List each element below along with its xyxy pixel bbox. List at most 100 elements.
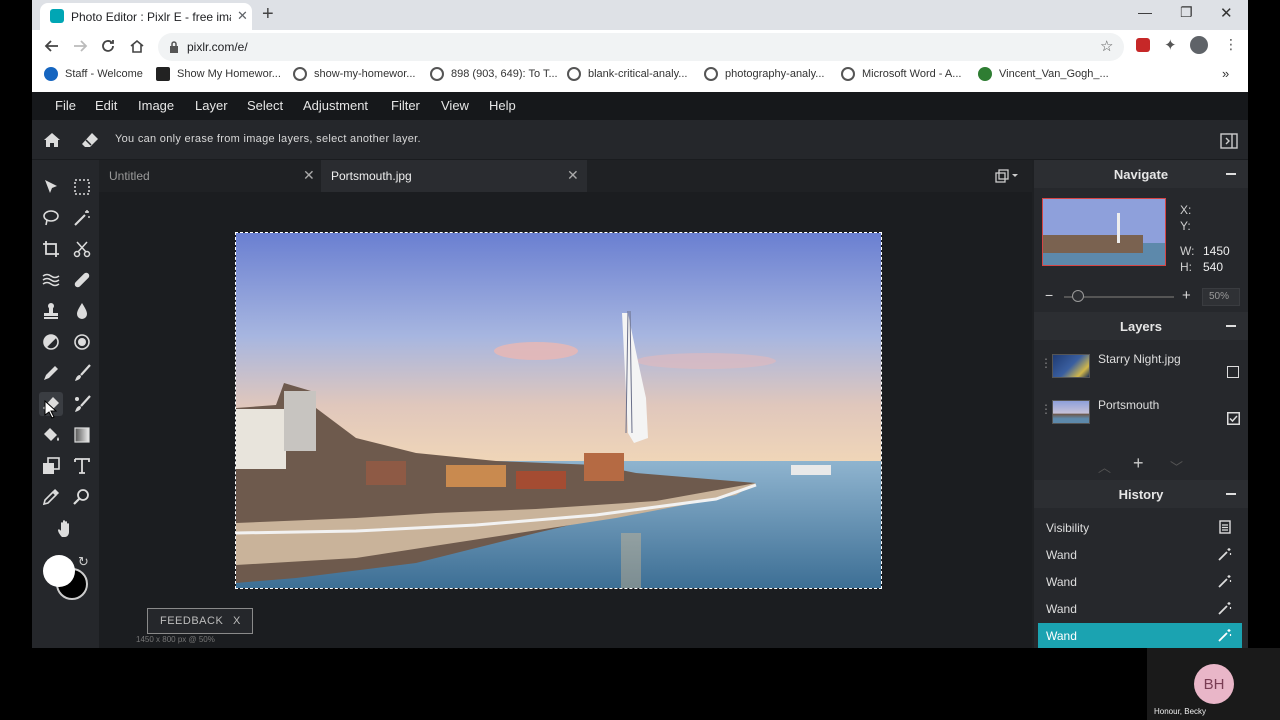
menu-select[interactable]: Select [247, 98, 283, 113]
bookmark-item[interactable]: show-my-homewor... [314, 68, 415, 80]
address-bar[interactable]: pixlr.com/e/ ☆ [158, 33, 1124, 61]
menu-view[interactable]: View [441, 98, 469, 113]
drag-handle-icon[interactable]: ⋮ [1040, 402, 1052, 416]
navigator-thumbnail[interactable] [1042, 198, 1166, 266]
menu-layer[interactable]: Layer [195, 98, 228, 113]
zoom-level-field[interactable]: 50% [1202, 288, 1240, 306]
layer-row[interactable]: ⋮ Starry Night.jpg [1038, 346, 1244, 390]
document-area: Untitled ✕ Portsmouth.jpg ✕ FEEDBACK X 1… [99, 160, 1032, 648]
collapse-layers-icon[interactable] [1226, 325, 1236, 327]
extensions-puzzle-icon[interactable]: ✦ [1164, 36, 1177, 54]
menu-image[interactable]: Image [138, 98, 174, 113]
liquify-tool[interactable] [39, 268, 63, 292]
bookmarks-bar: Staff - Welcome Show My Homewor... show-… [32, 62, 1248, 88]
close-doc-icon[interactable]: ✕ [303, 167, 315, 184]
window-arrange-icon[interactable] [995, 169, 1019, 183]
eyedropper-tool[interactable] [39, 485, 63, 509]
history-item[interactable]: Wand [1038, 596, 1242, 622]
menu-filter[interactable]: Filter [391, 98, 420, 113]
crop-tool[interactable] [39, 237, 63, 261]
collapse-history-icon[interactable] [1226, 493, 1236, 495]
tool-options-bar: You can only erase from image layers, se… [32, 120, 1248, 160]
bookmark-item[interactable]: Show My Homewor... [177, 68, 281, 80]
sponge-tool[interactable] [70, 330, 94, 354]
history-item[interactable]: Visibility [1038, 515, 1242, 541]
heal-tool[interactable] [70, 268, 94, 292]
history-item-active[interactable]: Wand [1038, 623, 1242, 648]
layer-visibility-checkbox-checked[interactable] [1227, 412, 1240, 425]
home-icon[interactable] [129, 38, 145, 54]
layers-panel-header: Layers [1034, 312, 1248, 340]
blur-tool[interactable] [70, 299, 94, 323]
zoom-tool[interactable] [70, 485, 94, 509]
tool-hint-text: You can only erase from image layers, se… [115, 133, 421, 145]
lock-icon[interactable] [169, 41, 179, 53]
menu-edit[interactable]: Edit [95, 98, 117, 113]
bookmark-item[interactable]: Vincent_Van_Gogh_... [999, 68, 1109, 80]
zoom-out-icon[interactable]: − [1045, 287, 1053, 303]
drag-handle-icon[interactable]: ⋮ [1040, 356, 1052, 370]
bookmark-item[interactable]: Microsoft Word - A... [862, 68, 961, 80]
doc-tab-portsmouth[interactable]: Portsmouth.jpg ✕ [321, 160, 587, 192]
zoom-in-icon[interactable]: + [1182, 287, 1191, 304]
menu-adjustment[interactable]: Adjustment [303, 98, 368, 113]
bookmark-item[interactable]: Staff - Welcome [65, 68, 143, 80]
history-item[interactable]: Wand [1038, 569, 1242, 595]
browser-menu-icon[interactable]: ⋮ [1224, 36, 1238, 53]
image-canvas[interactable] [235, 232, 882, 589]
layer-row[interactable]: ⋮ Portsmouth [1038, 392, 1244, 436]
restore-icon[interactable]: ❐ [1180, 4, 1193, 21]
close-tab-icon[interactable]: ✕ [237, 8, 248, 24]
arrange-tool[interactable] [39, 175, 63, 199]
feedback-close-icon[interactable]: X [233, 615, 241, 627]
portsmouth-photo [236, 233, 881, 588]
hand-tool[interactable] [54, 517, 78, 541]
shape-tool[interactable] [39, 454, 63, 478]
text-tool[interactable] [70, 454, 94, 478]
feedback-button[interactable]: FEEDBACK X [147, 608, 253, 634]
new-tab-icon[interactable]: + [262, 3, 274, 26]
extension-shield-icon[interactable] [1136, 38, 1150, 52]
minimize-icon[interactable]: — [1138, 4, 1152, 20]
brush-tool[interactable] [70, 361, 94, 385]
gradient-tool[interactable] [70, 423, 94, 447]
bookmark-item[interactable]: photography-analy... [725, 68, 824, 80]
menu-file[interactable]: File [55, 98, 76, 113]
layer-visibility-checkbox[interactable] [1227, 366, 1239, 378]
add-layer-icon[interactable]: + [1133, 453, 1144, 474]
bookmark-item[interactable]: blank-critical-analy... [588, 68, 687, 80]
magic-wand-tool[interactable] [70, 206, 94, 230]
lasso-tool[interactable] [39, 206, 63, 230]
primary-color-swatch[interactable] [43, 555, 75, 587]
forward-icon[interactable] [72, 38, 88, 54]
reload-icon[interactable] [100, 38, 116, 54]
dodge-burn-tool[interactable] [39, 330, 63, 354]
swap-colors-icon[interactable]: ↻ [78, 554, 89, 570]
menu-help[interactable]: Help [489, 98, 516, 113]
replace-color-tool[interactable] [70, 392, 94, 416]
move-layer-up-icon[interactable]: ︿ [1098, 457, 1111, 476]
collapse-navigate-icon[interactable] [1226, 173, 1236, 175]
eraser-icon [82, 133, 98, 147]
back-icon[interactable] [44, 38, 60, 54]
zoom-slider-handle[interactable] [1072, 290, 1085, 302]
doc-tab-untitled[interactable]: Untitled ✕ [99, 160, 321, 192]
move-layer-down-icon[interactable]: ﹀ [1170, 457, 1183, 476]
profile-icon[interactable] [1190, 36, 1208, 54]
marquee-tool[interactable] [70, 175, 94, 199]
toolbox: ↻ [32, 160, 99, 648]
clone-stamp-tool[interactable] [39, 299, 63, 323]
home-icon[interactable] [43, 132, 61, 148]
navigate-title: Navigate [1113, 167, 1169, 182]
panel-toggle-icon[interactable] [1220, 133, 1238, 149]
bookmark-star-icon[interactable]: ☆ [1100, 37, 1113, 55]
pencil-tool[interactable] [39, 361, 63, 385]
close-doc-icon[interactable]: ✕ [567, 167, 579, 184]
bookmark-item[interactable]: 898 (903, 649): To T... [451, 68, 558, 80]
history-item[interactable]: Wand [1038, 542, 1242, 568]
bookmarks-more-icon[interactable]: » [1222, 66, 1229, 81]
cutout-tool[interactable] [70, 237, 94, 261]
browser-tab[interactable]: Photo Editor : Pixlr E - free image edit… [40, 3, 252, 30]
close-window-icon[interactable]: ✕ [1220, 4, 1233, 22]
fill-tool[interactable] [39, 423, 63, 447]
